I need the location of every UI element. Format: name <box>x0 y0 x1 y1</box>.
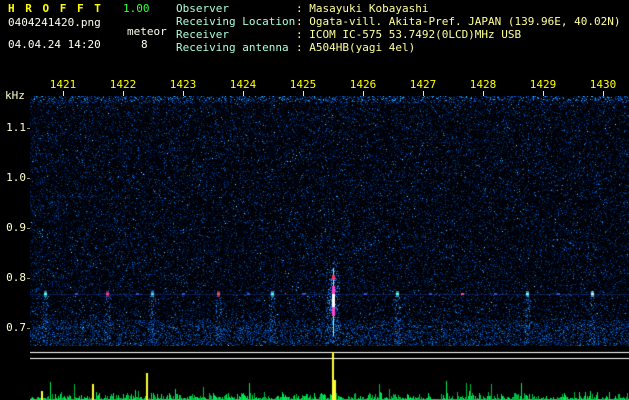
station-info-label: Receiving antenna <box>176 41 289 54</box>
time-tick-label: 1428 <box>469 78 497 91</box>
signal-level-graph <box>30 348 629 400</box>
hrofft-screen: H R O F F T 1.00 0404241420.png meteor 8… <box>0 0 629 400</box>
time-tick-label: 1427 <box>409 78 437 91</box>
time-tick-label: 1424 <box>229 78 257 91</box>
app-version: 1.00 <box>123 2 150 15</box>
time-tick-label: 1421 <box>49 78 77 91</box>
station-info-row: Receiving antenna : A504HB(yagi 4el) <box>176 42 628 55</box>
freq-tick-label: 1.1 <box>6 121 26 134</box>
spectrogram <box>30 96 629 346</box>
station-info-value: : Ogata-vill. Akita-Pref. JAPAN (139.96E… <box>296 15 621 28</box>
station-info-label: Receiver <box>176 28 229 41</box>
frequency-axis: kHz 1.1 1.0 0.9 0.8 0.7 <box>0 0 30 400</box>
station-info-value: : A504HB(yagi 4el) <box>296 41 416 54</box>
time-tick-label: 1422 <box>109 78 137 91</box>
time-axis: 1421 1422 1423 1424 1425 1426 1427 1428 1429 1430 <box>0 79 629 97</box>
freq-tick-label: 0.7 <box>6 321 26 334</box>
time-tick-label: 1423 <box>169 78 197 91</box>
time-tick-label: 1425 <box>289 78 317 91</box>
time-tick-label: 1429 <box>529 78 557 91</box>
time-tick-label: 1426 <box>349 78 377 91</box>
freq-axis-unit: kHz <box>5 89 25 102</box>
station-info-label: Receiving Location <box>176 15 296 28</box>
time-tick-label: 1430 <box>589 78 617 91</box>
mode-label: meteor <box>127 25 167 38</box>
freq-tick-label: 0.9 <box>6 221 26 234</box>
station-info-value: : Masayuki Kobayashi <box>296 2 429 15</box>
station-info: Observer : Masayuki Kobayashi Receiving Lo… <box>176 3 628 55</box>
meteor-count: 8 <box>141 38 148 51</box>
station-info-label: Observer <box>176 2 229 15</box>
freq-tick-label: 0.8 <box>6 271 26 284</box>
station-info-value: : ICOM IC-575 53.7492(0LCD)MHz USB <box>296 28 522 41</box>
freq-tick-label: 1.0 <box>6 171 26 184</box>
